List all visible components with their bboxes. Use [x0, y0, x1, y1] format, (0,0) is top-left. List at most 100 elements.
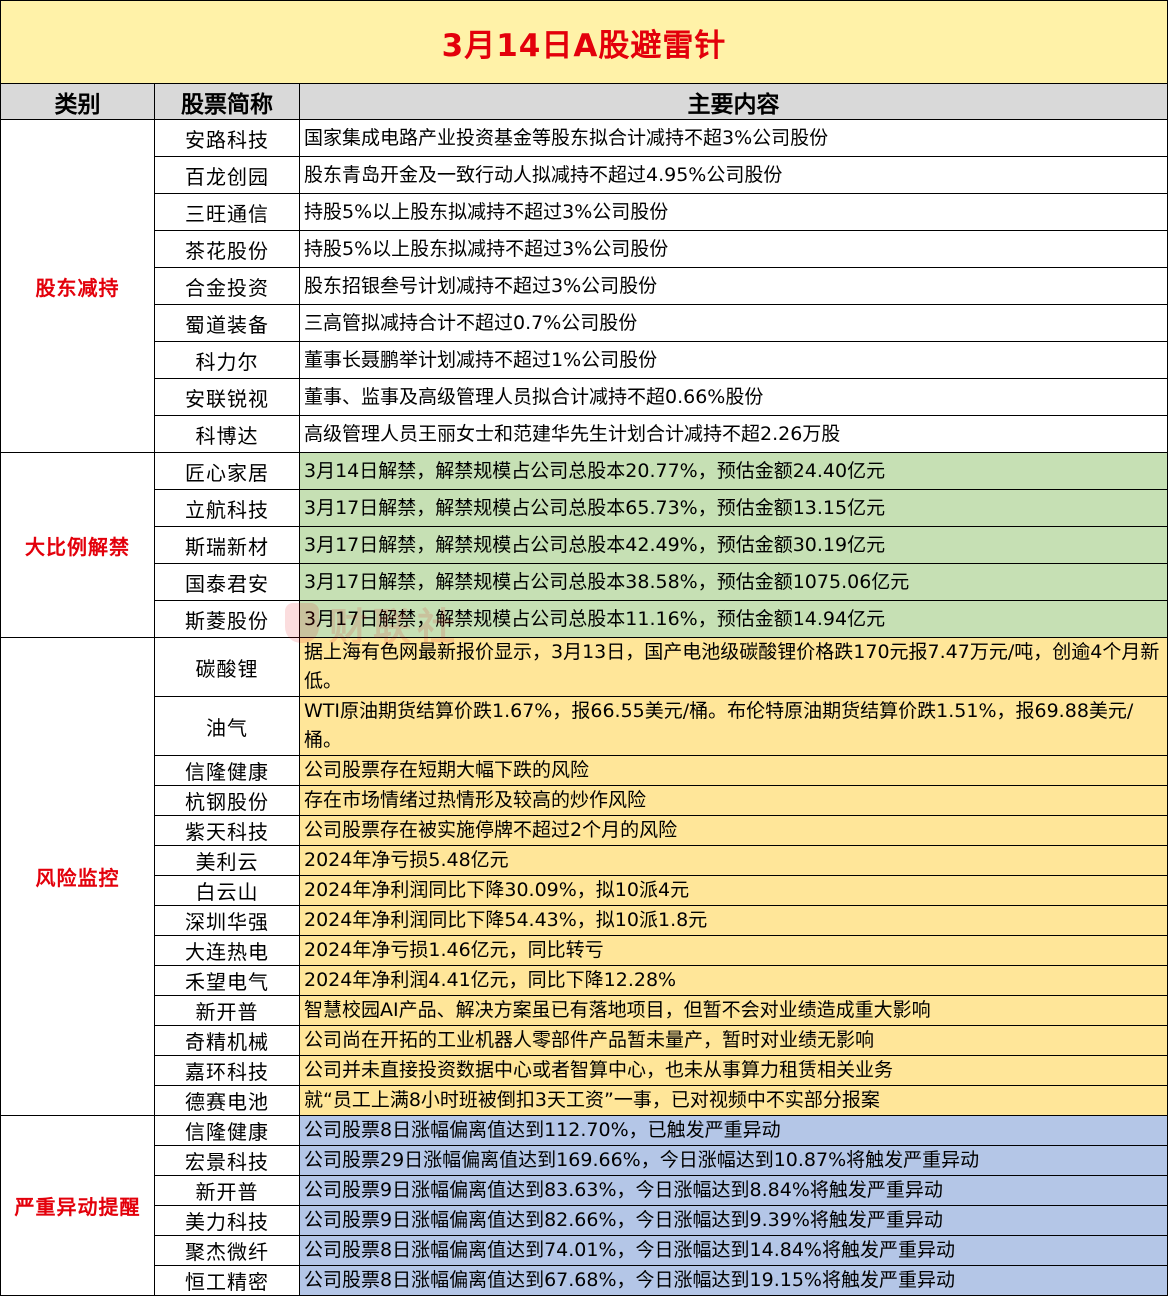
stock-name: 立航科技	[155, 490, 300, 527]
stock-name: 美力科技	[155, 1206, 300, 1236]
table-row: 紫天科技 公司股票存在被实施停牌不超过2个月的风险	[155, 816, 1168, 846]
main-content: 董事、监事及高级管理人员拟合计减持不超0.66%股份	[300, 379, 1168, 416]
table-row: 茶花股份 持股5%以上股东拟减持不超过3%公司股份	[155, 231, 1168, 268]
stock-name: 蜀道装备	[155, 305, 300, 342]
stock-name: 新开普	[155, 1176, 300, 1206]
stock-name: 国泰君安	[155, 564, 300, 601]
table-row: 杭钢股份 存在市场情绪过热情形及较高的炒作风险	[155, 786, 1168, 816]
main-content: 公司股票29日涨幅偏离值达到169.66%，今日涨幅达到10.87%将触发严重异…	[300, 1146, 1168, 1176]
main-content: 公司股票存在短期大幅下跌的风险	[300, 756, 1168, 786]
stock-name: 宏景科技	[155, 1146, 300, 1176]
stock-name: 嘉环科技	[155, 1056, 300, 1086]
main-content: 2024年净亏损5.48亿元	[300, 846, 1168, 876]
header-stock-name: 股票简称	[155, 84, 300, 120]
table-row: 宏景科技 公司股票29日涨幅偏离值达到169.66%，今日涨幅达到10.87%将触…	[155, 1146, 1168, 1176]
stock-name: 科力尔	[155, 342, 300, 379]
page-title: 3月14日A股避雷针	[0, 0, 1168, 84]
stock-name: 安联锐视	[155, 379, 300, 416]
table-row: 匠心家居 3月14日解禁，解禁规模占公司总股本20.77%，预估金额24.40亿元	[155, 453, 1168, 490]
category-risk-monitoring: 风险监控	[0, 638, 155, 1116]
main-content: 公司尚在开拓的工业机器人零部件产品暂未量产，暂时对业绩无影响	[300, 1026, 1168, 1056]
table-row: 恒工精密 公司股票8日涨幅偏离值达到67.68%，今日涨幅达到19.15%将触发严…	[155, 1266, 1168, 1296]
stock-name: 白云山	[155, 876, 300, 906]
table-row: 禾望电气 2024年净利润4.41亿元，同比下降12.28%	[155, 966, 1168, 996]
stock-name: 三旺通信	[155, 194, 300, 231]
main-content: 国家集成电路产业投资基金等股东拟合计减持不超3%公司股份	[300, 120, 1168, 157]
stock-name: 美利云	[155, 846, 300, 876]
table-row: 新开普 智慧校园AI产品、解决方案虽已有落地项目，但暂不会对业绩造成重大影响	[155, 996, 1168, 1026]
category-large-unlock: 大比例解禁	[0, 453, 155, 638]
table-row: 大连热电 2024年净亏损1.46亿元，同比转亏	[155, 936, 1168, 966]
stock-name: 信隆健康	[155, 1116, 300, 1146]
stock-name: 恒工精密	[155, 1266, 300, 1296]
table-row: 信隆健康 公司股票8日涨幅偏离值达到112.70%，已触发严重异动	[155, 1116, 1168, 1146]
table-row: 蜀道装备 三高管拟减持合计不超过0.7%公司股份	[155, 305, 1168, 342]
stock-name: 匠心家居	[155, 453, 300, 490]
table-row: 国泰君安 3月17日解禁，解禁规模占公司总股本38.58%，预估金额1075.06…	[155, 564, 1168, 601]
table-row: 斯瑞新材 3月17日解禁，解禁规模占公司总股本42.49%，预估金额30.19亿元	[155, 527, 1168, 564]
table-row: 碳酸锂 据上海有色网最新报价显示，3月13日，国产电池级碳酸锂价格跌170元报7.…	[155, 638, 1168, 697]
main-content: 公司股票8日涨幅偏离值达到67.68%，今日涨幅达到19.15%将触发严重异动	[300, 1266, 1168, 1296]
table-row: 嘉环科技 公司并未直接投资数据中心或者智算中心，也未从事算力租赁相关业务	[155, 1056, 1168, 1086]
main-content: 董事长聂鹏举计划减持不超过1%公司股份	[300, 342, 1168, 379]
category-abnormal-alert: 严重异动提醒	[0, 1116, 155, 1296]
category-shareholder-reduction: 股东减持	[0, 120, 155, 453]
main-content: 公司股票9日涨幅偏离值达到83.63%，今日涨幅达到8.84%将触发严重异动	[300, 1176, 1168, 1206]
main-content: 公司股票存在被实施停牌不超过2个月的风险	[300, 816, 1168, 846]
table-header: 类别 股票简称 主要内容	[0, 84, 1168, 120]
stock-name: 德赛电池	[155, 1086, 300, 1116]
main-content: 公司股票8日涨幅偏离值达到74.01%，今日涨幅达到14.84%将触发严重异动	[300, 1236, 1168, 1266]
main-content: 就“员工上满8小时班被倒扣3天工资”一事，已对视频中不实部分报案	[300, 1086, 1168, 1116]
table-row: 安联锐视 董事、监事及高级管理人员拟合计减持不超0.66%股份	[155, 379, 1168, 416]
main-content: 高级管理人员王丽女士和范建华先生计划合计减持不超2.26万股	[300, 416, 1168, 453]
table-row: 聚杰微纤 公司股票8日涨幅偏离值达到74.01%，今日涨幅达到14.84%将触发严…	[155, 1236, 1168, 1266]
stock-name: 奇精机械	[155, 1026, 300, 1056]
main-content: 三高管拟减持合计不超过0.7%公司股份	[300, 305, 1168, 342]
table-row: 新开普 公司股票9日涨幅偏离值达到83.63%，今日涨幅达到8.84%将触发严重异…	[155, 1176, 1168, 1206]
main-content: 存在市场情绪过热情形及较高的炒作风险	[300, 786, 1168, 816]
table-row: 合金投资 股东招银叁号计划减持不超过3%公司股份	[155, 268, 1168, 305]
main-content: 公司股票9日涨幅偏离值达到82.66%，今日涨幅达到9.39%将触发严重异动	[300, 1206, 1168, 1236]
table-row: 油气 WTI原油期货结算价跌1.67%，报66.55美元/桶。布伦特原油期货结算价…	[155, 697, 1168, 756]
stock-name: 斯菱股份	[155, 601, 300, 638]
main-content: 3月17日解禁，解禁规模占公司总股本11.16%，预估金额14.94亿元	[300, 601, 1168, 638]
table-row: 深圳华强 2024年净利润同比下降54.43%，拟10派1.8元	[155, 906, 1168, 936]
table-row: 斯菱股份 3月17日解禁，解禁规模占公司总股本11.16%，预估金额14.94亿元	[155, 601, 1168, 638]
main-content: 持股5%以上股东拟减持不超过3%公司股份	[300, 194, 1168, 231]
main-content: 3月17日解禁，解禁规模占公司总股本42.49%，预估金额30.19亿元	[300, 527, 1168, 564]
main-content: 2024年净利润4.41亿元，同比下降12.28%	[300, 966, 1168, 996]
main-content: 公司股票8日涨幅偏离值达到112.70%，已触发严重异动	[300, 1116, 1168, 1146]
stock-name: 禾望电气	[155, 966, 300, 996]
table-row: 德赛电池 就“员工上满8小时班被倒扣3天工资”一事，已对视频中不实部分报案	[155, 1086, 1168, 1116]
table-row: 奇精机械 公司尚在开拓的工业机器人零部件产品暂未量产，暂时对业绩无影响	[155, 1026, 1168, 1056]
stock-name: 新开普	[155, 996, 300, 1026]
main-content: 股东青岛开金及一致行动人拟减持不超过4.95%公司股份	[300, 157, 1168, 194]
main-content: 据上海有色网最新报价显示，3月13日，国产电池级碳酸锂价格跌170元报7.47万…	[300, 638, 1168, 697]
header-category: 类别	[0, 84, 155, 120]
table-row: 白云山 2024年净利润同比下降30.09%，拟10派4元	[155, 876, 1168, 906]
main-content: 公司并未直接投资数据中心或者智算中心，也未从事算力租赁相关业务	[300, 1056, 1168, 1086]
stock-name: 深圳华强	[155, 906, 300, 936]
table-row: 百龙创园 股东青岛开金及一致行动人拟减持不超过4.95%公司股份	[155, 157, 1168, 194]
table-row: 安路科技 国家集成电路产业投资基金等股东拟合计减持不超3%公司股份	[155, 120, 1168, 157]
main-content: 2024年净亏损1.46亿元，同比转亏	[300, 936, 1168, 966]
main-content: 股东招银叁号计划减持不超过3%公司股份	[300, 268, 1168, 305]
table-row: 科博达 高级管理人员王丽女士和范建华先生计划合计减持不超2.26万股	[155, 416, 1168, 453]
stock-name: 科博达	[155, 416, 300, 453]
table-row: 科力尔 董事长聂鹏举计划减持不超过1%公司股份	[155, 342, 1168, 379]
stock-name: 油气	[155, 697, 300, 756]
avoidance-table: 3月14日A股避雷针 类别 股票简称 主要内容 股东减持 安路科技 国家集成电路产业…	[0, 0, 1170, 1298]
stock-name: 安路科技	[155, 120, 300, 157]
main-content: 2024年净利润同比下降30.09%，拟10派4元	[300, 876, 1168, 906]
main-content: 3月17日解禁，解禁规模占公司总股本65.73%，预估金额13.15亿元	[300, 490, 1168, 527]
main-content: WTI原油期货结算价跌1.67%，报66.55美元/桶。布伦特原油期货结算价跌1…	[300, 697, 1168, 756]
stock-name: 信隆健康	[155, 756, 300, 786]
main-content: 3月17日解禁，解禁规模占公司总股本38.58%，预估金额1075.06亿元	[300, 564, 1168, 601]
main-content: 3月14日解禁，解禁规模占公司总股本20.77%，预估金额24.40亿元	[300, 453, 1168, 490]
main-content: 持股5%以上股东拟减持不超过3%公司股份	[300, 231, 1168, 268]
stock-name: 茶花股份	[155, 231, 300, 268]
main-content: 智慧校园AI产品、解决方案虽已有落地项目，但暂不会对业绩造成重大影响	[300, 996, 1168, 1026]
table-row: 美利云 2024年净亏损5.48亿元	[155, 846, 1168, 876]
table-row: 美力科技 公司股票9日涨幅偏离值达到82.66%，今日涨幅达到9.39%将触发严重…	[155, 1206, 1168, 1236]
header-main-content: 主要内容	[300, 84, 1168, 120]
